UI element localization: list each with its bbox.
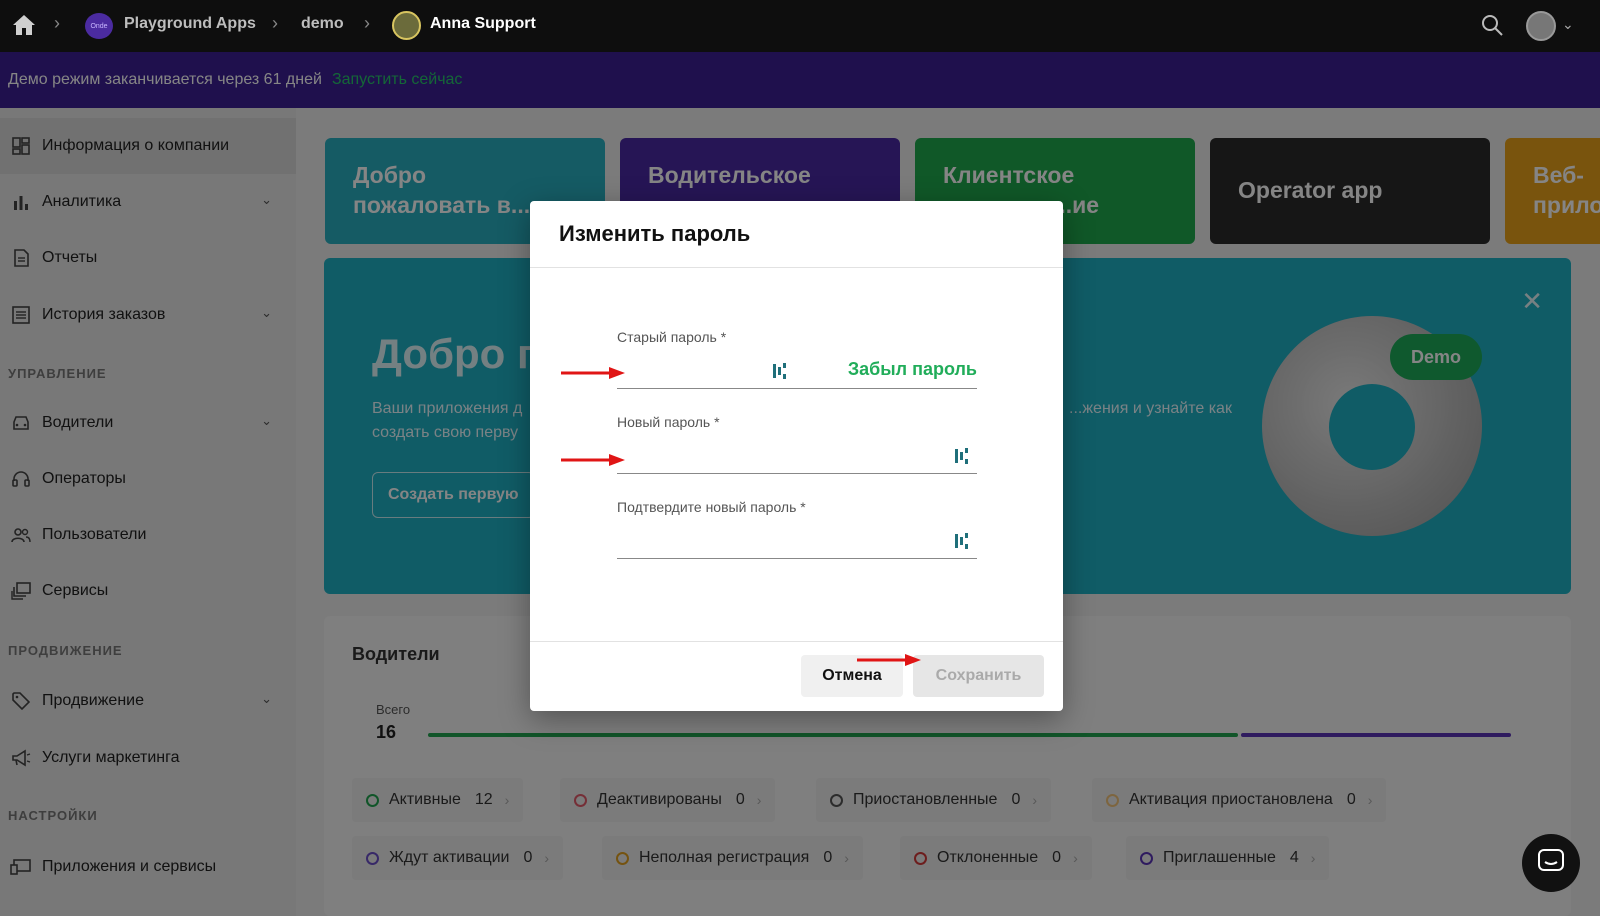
annotation-arrow-icon — [561, 454, 625, 466]
app-logo: Onde — [85, 13, 113, 39]
old-password-field: Старый пароль * Забыл пароль — [617, 329, 977, 389]
user-avatar[interactable] — [1526, 11, 1556, 41]
new-password-input-wrapper — [617, 440, 977, 474]
old-password-input-wrapper: Забыл пароль — [617, 355, 977, 389]
save-button[interactable]: Сохранить — [913, 655, 1044, 697]
divider — [530, 641, 1063, 642]
top-bar: › Onde Playground Apps › demo › Anna Sup… — [0, 0, 1600, 52]
breadcrumb-demo[interactable]: demo — [301, 15, 344, 33]
search-icon[interactable] — [1480, 13, 1504, 42]
annotation-arrow-icon — [561, 367, 625, 379]
breadcrumb-separator-icon: › — [364, 13, 370, 33]
chat-launcher-button[interactable] — [1522, 834, 1580, 892]
confirm-password-label: Подтвердите новый пароль * — [617, 499, 806, 515]
breadcrumb-playground-apps[interactable]: Playground Apps — [124, 15, 256, 33]
home-icon[interactable] — [12, 14, 36, 41]
forgot-password-link[interactable]: Забыл пароль — [848, 359, 977, 380]
old-password-input[interactable] — [617, 355, 767, 387]
app-avatar — [392, 11, 421, 40]
new-password-input[interactable] — [617, 440, 917, 472]
password-manager-icon[interactable] — [955, 447, 969, 465]
new-password-field: Новый пароль * — [617, 414, 977, 474]
password-manager-icon[interactable] — [773, 362, 787, 380]
chevron-down-icon[interactable]: ⌄ — [1562, 16, 1574, 33]
breadcrumb-separator-icon: › — [54, 13, 60, 33]
breadcrumb-anna-support[interactable]: Anna Support — [430, 15, 536, 33]
confirm-password-input[interactable] — [617, 525, 917, 557]
password-manager-icon[interactable] — [955, 532, 969, 550]
dialog-title: Изменить пароль — [559, 221, 751, 246]
breadcrumb-separator-icon: › — [272, 13, 278, 33]
new-password-label: Новый пароль * — [617, 414, 720, 430]
divider — [530, 267, 1063, 268]
confirm-password-field: Подтвердите новый пароль * — [617, 499, 977, 559]
old-password-label: Старый пароль * — [617, 329, 727, 345]
annotation-arrow-icon — [857, 654, 921, 666]
chat-icon — [1538, 848, 1564, 878]
confirm-password-input-wrapper — [617, 525, 977, 559]
